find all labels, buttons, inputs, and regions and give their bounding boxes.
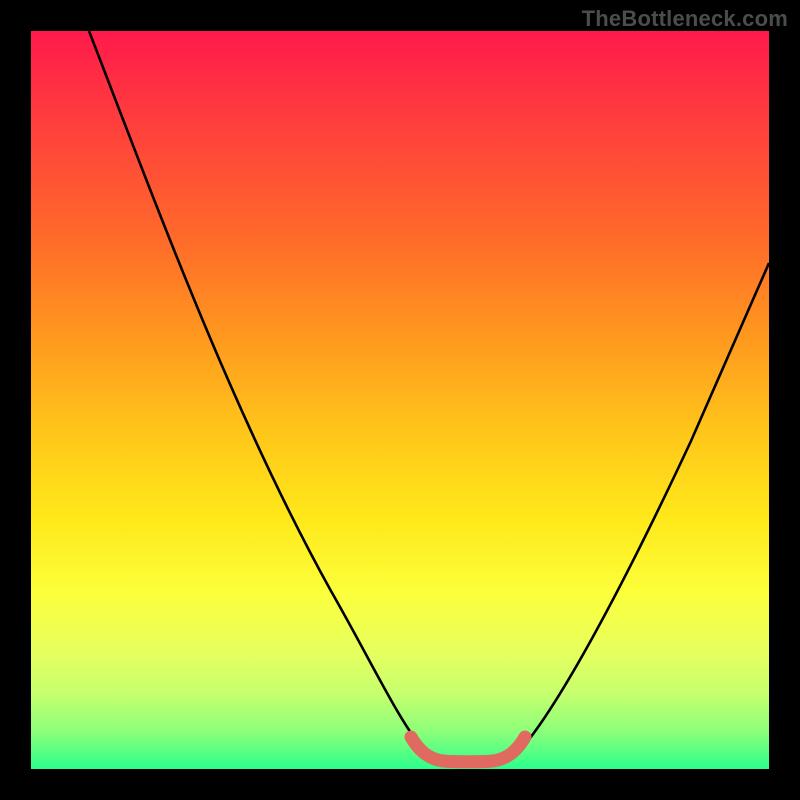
bottleneck-curve	[31, 31, 769, 769]
curve-path	[89, 31, 769, 761]
optimum-band-path	[411, 737, 525, 762]
watermark-text: TheBottleneck.com	[582, 6, 788, 32]
chart-frame: TheBottleneck.com	[0, 0, 800, 800]
plot-area	[31, 31, 769, 769]
